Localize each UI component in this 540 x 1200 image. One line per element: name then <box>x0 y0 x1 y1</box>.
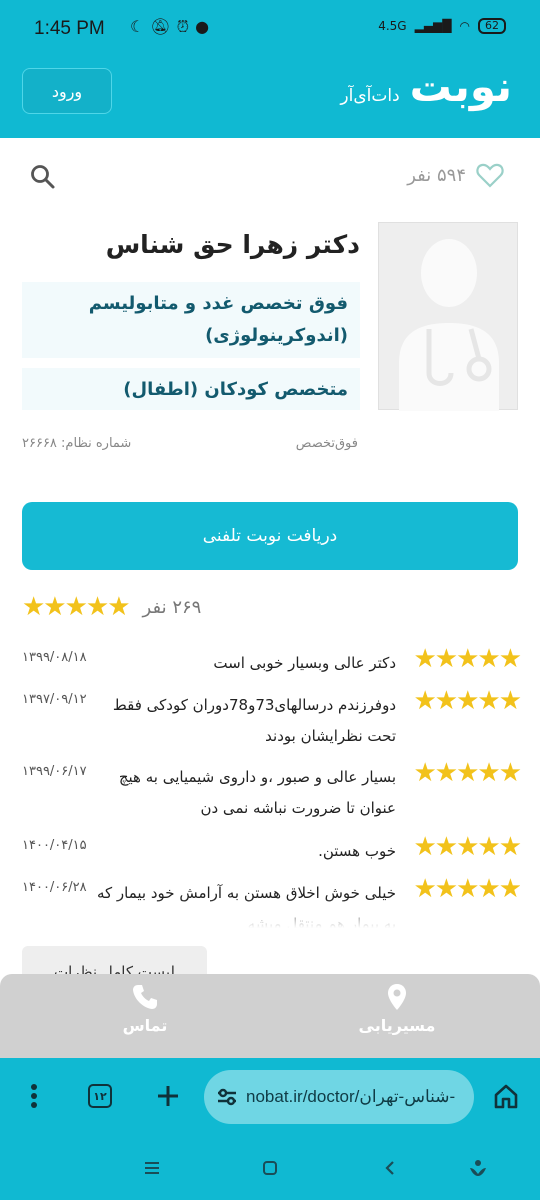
route-label: مسیریابی <box>358 1016 436 1035</box>
site-settings-icon <box>218 1088 236 1106</box>
new-tab-button[interactable] <box>150 1078 186 1114</box>
home-button[interactable] <box>488 1078 524 1114</box>
phone-icon <box>133 985 157 1009</box>
home-nav-button[interactable] <box>258 1156 282 1180</box>
moon-icon: ☾ <box>130 17 145 36</box>
app-header: ورود نوبت دات‌آی‌آر <box>0 58 540 138</box>
doctor-profile: ۵۹۴ نفر دکتر زهرا حق شناس فوق تخصص غدد و… <box>0 138 540 978</box>
doctor-placeholder-icon <box>399 239 499 411</box>
logo-main: نوبت <box>409 62 512 111</box>
site-logo[interactable]: نوبت دات‌آی‌آر <box>340 62 512 111</box>
assistant-icon <box>470 1160 486 1176</box>
reviews-fade <box>0 898 540 928</box>
assistant-button[interactable] <box>466 1156 490 1180</box>
review-date: ۱۳۹۹/۰۶/۱۷ <box>22 764 87 779</box>
review-text: دوفرزندم درسالهای73و78دوران کودکی فقط تح… <box>112 696 396 745</box>
logo-sub: دات‌آی‌آر <box>340 86 400 106</box>
review-text: خوب هستن. <box>318 842 396 860</box>
tabs-count: ۱۲ <box>88 1084 112 1108</box>
recents-button[interactable] <box>140 1156 164 1180</box>
plus-icon <box>158 1086 178 1106</box>
system-navigation <box>0 1136 540 1200</box>
status-time: 1:45 PM <box>34 18 105 39</box>
review-stars: ★★★★★ <box>413 832 522 862</box>
rating-stars: ★★★★★ <box>22 592 131 622</box>
home-icon <box>494 1084 518 1109</box>
review-date: ۱۴۰۰/۰۴/۱۵ <box>22 838 87 853</box>
signal-icon: ▂▄▆█ <box>414 19 452 33</box>
review-text: بسیار عالی و صبور ،و داروی شیمیایی به هی… <box>118 768 396 817</box>
search-icon[interactable] <box>30 164 56 190</box>
doctor-avatar <box>378 222 518 411</box>
phone-appointment-button[interactable]: دریافت نوبت تلفنی <box>22 502 518 570</box>
login-button[interactable]: ورود <box>22 68 112 114</box>
menu-button[interactable] <box>16 1078 52 1114</box>
alarm-icon: ⏰︎ <box>176 17 190 36</box>
tabs-button[interactable]: ۱۲ <box>82 1078 118 1114</box>
specialty-primary: فوق تخصص غدد و متابولیسم (اندوکرینولوژی) <box>22 282 360 358</box>
review-text: دکتر عالی وبسیار خوبی است <box>213 654 396 672</box>
contact-button[interactable]: تماس <box>80 982 210 1035</box>
rating-summary: ★★★★★ ۲۶۹ نفر <box>22 594 201 620</box>
location-pin-icon <box>388 984 406 1010</box>
more-vert-icon <box>31 1084 37 1108</box>
browser-toolbar: ۱۲ nobat.ir/doctor/شناس-تهران- <box>0 1058 540 1136</box>
review-stars: ★★★★★ <box>413 758 522 788</box>
heart-icon[interactable] <box>476 162 504 188</box>
rating-count: ۲۶۹ نفر <box>142 596 202 618</box>
network-type: 4.5G <box>378 19 407 33</box>
review-date: ۱۳۹۹/۰۸/۱۸ <box>22 650 87 665</box>
address-bar[interactable]: nobat.ir/doctor/شناس-تهران- <box>204 1070 474 1124</box>
likes-counter[interactable]: ۵۹۴ نفر <box>407 162 504 188</box>
review-stars: ★★★★★ <box>413 686 522 716</box>
url-text: nobat.ir/doctor/شناس-تهران- <box>246 1087 456 1106</box>
likes-count: ۵۹۴ نفر <box>407 164 466 186</box>
contact-label: تماس <box>122 1016 168 1035</box>
mute-icon: 🔕︎ <box>150 17 171 36</box>
battery-icon: 62 <box>478 18 506 34</box>
square-icon <box>263 1161 277 1175</box>
doctor-name: دکتر زهرا حق شناس <box>105 230 360 259</box>
specialty-secondary: متخصص کودکان (اطفال) <box>22 368 360 410</box>
registration-number: شماره نظام: ۲۶۶۶۸ <box>22 436 132 451</box>
back-arrow-icon <box>385 1161 394 1175</box>
route-button[interactable]: مسیریابی <box>332 982 462 1035</box>
back-button[interactable] <box>378 1156 402 1180</box>
review-date: ۱۴۰۰/۰۶/۲۸ <box>22 880 87 895</box>
review-stars: ★★★★★ <box>413 644 522 674</box>
review-date: ۱۳۹۷/۰۹/۱۲ <box>22 692 87 707</box>
status-bar: 1:45 PM ☾ 🔕︎ ⏰︎ ● 4.5G ▂▄▆█ ◠ 62 <box>0 0 540 58</box>
status-notification-icons: ☾ 🔕︎ ⏰︎ ● <box>130 17 209 37</box>
wifi-icon: ◠ <box>459 19 470 33</box>
specialty-level: فوق‌تخصص <box>295 436 358 451</box>
recents-icon <box>145 1162 159 1174</box>
status-right: 4.5G ▂▄▆█ ◠ 62 <box>378 18 506 34</box>
message-icon: ● <box>195 17 210 36</box>
bottom-action-bar: تماس مسیریابی <box>0 974 540 1058</box>
